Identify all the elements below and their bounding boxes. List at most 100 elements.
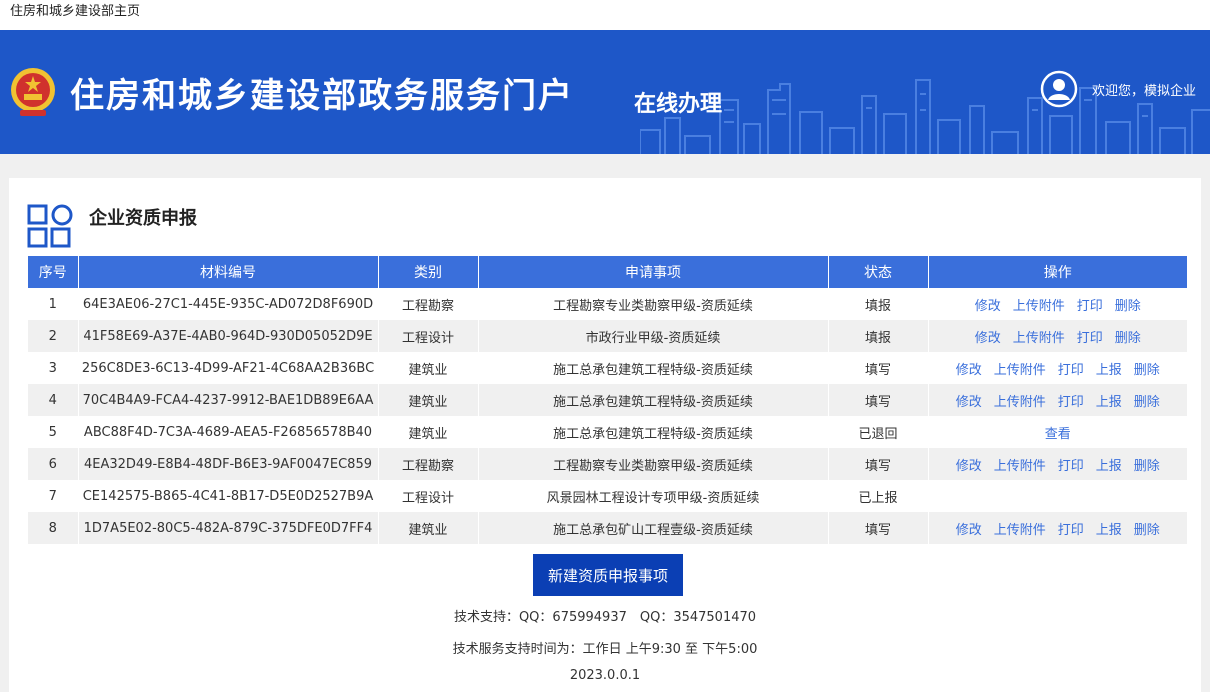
page-tab-title: 住房和城乡建设部主页: [0, 0, 1210, 30]
action-link[interactable]: 查看: [1045, 423, 1071, 442]
cell-code: 70C4B4A9-FCA4-4237-9912-BAE1DB89E6AA: [78, 384, 379, 416]
cell-category: 建筑业: [378, 416, 479, 448]
table-row: 1 64E3AE06-27C1-445E-935C-AD072D8F690D 工程勘…: [28, 288, 1187, 320]
action-link[interactable]: 上传附件: [1013, 327, 1065, 346]
table-row: 8 1D7A5E02-80C5-482A-879C-375DFE0D7FF4 建筑业…: [28, 512, 1187, 544]
cell-status: 填写: [828, 352, 929, 384]
support-hours-text: 技术服务支持时间为：工作日 上午9:30 至 下午5:00: [452, 642, 758, 657]
cell-actions: 修改 上传附件 打印 上报 删除: [928, 448, 1187, 480]
cell-actions: 修改 上传附件 打印 删除: [928, 320, 1187, 352]
national-emblem-icon: [11, 68, 55, 116]
cell-no: 8: [28, 512, 79, 544]
cell-category: 工程设计: [378, 320, 479, 352]
action-link[interactable]: 修改: [956, 519, 982, 538]
cell-actions: 修改 上传附件 打印 上报 删除: [928, 352, 1187, 384]
action-link[interactable]: 修改: [975, 327, 1001, 346]
cell-category: 工程勘察: [378, 448, 479, 480]
cell-item: 市政行业甲级-资质延续: [478, 320, 829, 352]
cell-item: 工程勘察专业类勘察甲级-资质延续: [478, 448, 829, 480]
action-link[interactable]: 打印: [1058, 359, 1084, 378]
cell-code: 41F58E69-A37E-4AB0-964D-930D05052D9E: [78, 320, 379, 352]
cell-status: 填写: [828, 448, 929, 480]
column-header-item: 申请事项: [478, 256, 829, 288]
cell-item: 施工总承包建筑工程特级-资质延续: [478, 384, 829, 416]
action-link[interactable]: 打印: [1058, 455, 1084, 474]
main-panel: 企业资质申报 序号 材料编号 类别 申请事项 状态 操作 1 64E3AE06-2…: [9, 178, 1201, 692]
cell-code: CE142575-B865-4C41-8B17-D5E0D2527B9A: [78, 480, 379, 512]
section-title: 企业资质申报: [89, 208, 197, 229]
cell-code: 256C8DE3-6C13-4D99-AF21-4C68AA2B36BC: [78, 352, 379, 384]
column-header-category: 类别: [378, 256, 479, 288]
action-link[interactable]: 上报: [1096, 519, 1122, 538]
cell-status: 填报: [828, 288, 929, 320]
action-link[interactable]: 删除: [1115, 327, 1141, 346]
cell-status: 已退回: [828, 416, 929, 448]
action-link[interactable]: 打印: [1058, 391, 1084, 410]
column-header-actions: 操作: [928, 256, 1187, 288]
cell-no: 6: [28, 448, 79, 480]
cell-code: 4EA32D49-E8B4-48DF-B6E3-9AF0047EC859: [78, 448, 379, 480]
cell-item: 施工总承包矿山工程壹级-资质延续: [478, 512, 829, 544]
portal-title: 住房和城乡建设部政务服务门户: [70, 76, 574, 116]
cell-status: 填报: [828, 320, 929, 352]
cell-item: 工程勘察专业类勘察甲级-资质延续: [478, 288, 829, 320]
cell-item: 施工总承包建筑工程特级-资质延续: [478, 352, 829, 384]
cell-no: 2: [28, 320, 79, 352]
cell-actions: [928, 480, 1187, 512]
action-link[interactable]: 删除: [1134, 455, 1160, 474]
table-row: 5 ABC88F4D-7C3A-4689-AEA5-F26856578B40 建筑业…: [28, 416, 1187, 448]
action-link[interactable]: 上传附件: [994, 391, 1046, 410]
cell-category: 工程勘察: [378, 288, 479, 320]
column-header-no: 序号: [28, 256, 79, 288]
column-header-status: 状态: [828, 256, 929, 288]
action-link[interactable]: 删除: [1115, 295, 1141, 314]
application-table: 序号 材料编号 类别 申请事项 状态 操作 1 64E3AE06-27C1-445…: [28, 256, 1187, 544]
cell-actions: 修改 上传附件 打印 上报 删除: [928, 512, 1187, 544]
action-link[interactable]: 修改: [956, 391, 982, 410]
cell-no: 7: [28, 480, 79, 512]
new-application-button[interactable]: 新建资质申报事项: [533, 554, 683, 596]
action-link[interactable]: 打印: [1058, 519, 1084, 538]
action-link[interactable]: 打印: [1077, 327, 1103, 346]
action-link[interactable]: 上报: [1096, 391, 1122, 410]
action-link[interactable]: 修改: [975, 295, 1001, 314]
action-link[interactable]: 上传附件: [994, 359, 1046, 378]
cell-category: 工程设计: [378, 480, 479, 512]
cell-category: 建筑业: [378, 384, 479, 416]
cell-status: 填写: [828, 384, 929, 416]
cell-status: 已上报: [828, 480, 929, 512]
table-row: 7 CE142575-B865-4C41-8B17-D5E0D2527B9A 工程设…: [28, 480, 1187, 512]
action-link[interactable]: 打印: [1077, 295, 1103, 314]
table-row: 6 4EA32D49-E8B4-48DF-B6E3-9AF0047EC859 工程勘…: [28, 448, 1187, 480]
cell-category: 建筑业: [378, 512, 479, 544]
table-row: 3 256C8DE3-6C13-4D99-AF21-4C68AA2B36BC 建筑业…: [28, 352, 1187, 384]
table-header-row: 序号 材料编号 类别 申请事项 状态 操作: [28, 256, 1187, 288]
cell-code: ABC88F4D-7C3A-4689-AEA5-F26856578B40: [78, 416, 379, 448]
cell-actions: 修改 上传附件 打印 上报 删除: [928, 384, 1187, 416]
table-row: 4 70C4B4A9-FCA4-4237-9912-BAE1DB89E6AA 建筑业…: [28, 384, 1187, 416]
action-link[interactable]: 上报: [1096, 455, 1122, 474]
cell-item: 风景园林工程设计专项甲级-资质延续: [478, 480, 829, 512]
section-label: 在线办理: [634, 92, 723, 117]
action-link[interactable]: 上传附件: [994, 519, 1046, 538]
header-banner: 住房和城乡建设部政务服务门户 在线办理 欢迎您，模拟企业: [0, 30, 1210, 154]
cell-actions: 修改 上传附件 打印 删除: [928, 288, 1187, 320]
cell-no: 1: [28, 288, 79, 320]
action-link[interactable]: 上报: [1096, 359, 1122, 378]
cell-no: 4: [28, 384, 79, 416]
grid-icon: [27, 204, 73, 248]
action-link[interactable]: 删除: [1134, 391, 1160, 410]
user-avatar-icon[interactable]: [1040, 70, 1078, 108]
action-link[interactable]: 删除: [1134, 359, 1160, 378]
cell-item: 施工总承包建筑工程特级-资质延续: [478, 416, 829, 448]
action-link[interactable]: 上传附件: [994, 455, 1046, 474]
cell-code: 1D7A5E02-80C5-482A-879C-375DFE0D7FF4: [78, 512, 379, 544]
welcome-text: 欢迎您，模拟企业: [1092, 84, 1197, 99]
action-link[interactable]: 修改: [956, 455, 982, 474]
cell-code: 64E3AE06-27C1-445E-935C-AD072D8F690D: [78, 288, 379, 320]
action-link[interactable]: 删除: [1134, 519, 1160, 538]
cell-no: 5: [28, 416, 79, 448]
action-link[interactable]: 修改: [956, 359, 982, 378]
cell-actions: 查看: [928, 416, 1187, 448]
action-link[interactable]: 上传附件: [1013, 295, 1065, 314]
